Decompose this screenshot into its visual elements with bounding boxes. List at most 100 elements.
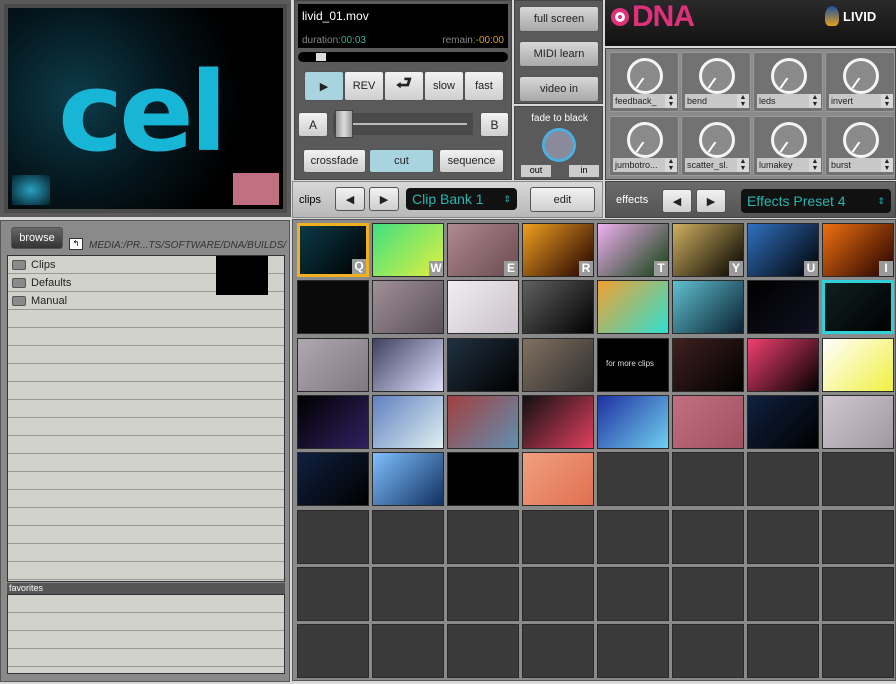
empty-clip-slot[interactable] xyxy=(522,509,594,564)
clip-slot[interactable]: Q xyxy=(297,223,369,277)
clip-slot[interactable] xyxy=(372,452,444,507)
crossfader-slider[interactable] xyxy=(333,110,473,138)
effect-knob[interactable] xyxy=(627,58,663,94)
clip-slot[interactable]: I xyxy=(822,223,894,277)
clip-slot[interactable] xyxy=(822,337,894,392)
clip-slot[interactable]: E xyxy=(447,223,519,277)
clip-slot[interactable] xyxy=(297,280,369,335)
empty-clip-slot[interactable] xyxy=(822,452,894,507)
reverse-button[interactable]: REV xyxy=(344,71,384,101)
clip-slot[interactable] xyxy=(597,280,669,335)
empty-clip-slot[interactable] xyxy=(672,566,744,621)
empty-clip-slot[interactable] xyxy=(372,509,444,564)
empty-clip-slot[interactable] xyxy=(747,452,819,507)
effect-knob[interactable] xyxy=(771,122,807,158)
empty-clip-slot[interactable] xyxy=(297,566,369,621)
empty-clip-slot[interactable] xyxy=(597,624,669,679)
loop-button[interactable]: ⮐ xyxy=(384,71,424,101)
clip-slot[interactable] xyxy=(297,452,369,507)
clip-slot[interactable] xyxy=(372,337,444,392)
clip-slot[interactable] xyxy=(822,280,894,335)
clip-slot[interactable] xyxy=(672,337,744,392)
clip-slot[interactable]: U xyxy=(747,223,819,277)
fast-button[interactable]: fast xyxy=(464,71,504,101)
crossfade-b-button[interactable]: B xyxy=(480,112,509,137)
effect-knob[interactable] xyxy=(843,58,879,94)
clip-slot[interactable] xyxy=(297,337,369,392)
effect-select[interactable]: invert ▲ ▼ xyxy=(829,94,893,108)
clip-slot[interactable] xyxy=(672,394,744,449)
effect-knob[interactable] xyxy=(771,58,807,94)
clip-slot[interactable] xyxy=(747,394,819,449)
clip-slot[interactable]: for more clips xyxy=(597,337,669,392)
effect-select[interactable]: burst ▲ ▼ xyxy=(829,158,893,172)
effect-select[interactable]: scatter_sl. ▲ ▼ xyxy=(685,158,749,172)
empty-clip-slot[interactable] xyxy=(297,509,369,564)
empty-clip-slot[interactable] xyxy=(597,452,669,507)
empty-clip-slot[interactable] xyxy=(522,624,594,679)
effect-select[interactable]: leds ▲ ▼ xyxy=(757,94,821,108)
clip-slot[interactable] xyxy=(447,337,519,392)
clip-slot[interactable] xyxy=(822,394,894,449)
clip-slot[interactable] xyxy=(372,394,444,449)
video-in-button[interactable]: video in xyxy=(519,76,599,102)
file-list[interactable]: Clips Defaults Manual xyxy=(7,255,285,582)
favorites-list[interactable] xyxy=(7,594,285,674)
empty-clip-slot[interactable] xyxy=(522,566,594,621)
scrub-bar[interactable] xyxy=(298,52,508,62)
clip-slot[interactable]: T xyxy=(597,223,669,277)
clip-slot[interactable] xyxy=(447,394,519,449)
effects-preset-select[interactable]: Effects Preset 4 ⇕ xyxy=(741,189,891,213)
clip-slot[interactable] xyxy=(522,280,594,335)
clip-slot[interactable]: R xyxy=(522,223,594,277)
effect-knob[interactable] xyxy=(699,122,735,158)
scrub-handle[interactable] xyxy=(316,53,326,61)
crossfader-handle[interactable] xyxy=(335,110,353,138)
empty-clip-slot[interactable] xyxy=(822,566,894,621)
clip-slot[interactable]: W xyxy=(372,223,444,277)
empty-clip-slot[interactable] xyxy=(597,509,669,564)
empty-clip-slot[interactable] xyxy=(747,566,819,621)
effect-select[interactable]: bend ▲ ▼ xyxy=(685,94,749,108)
empty-clip-slot[interactable] xyxy=(747,509,819,564)
play-button[interactable]: ▶ xyxy=(304,71,344,101)
clip-slot[interactable] xyxy=(297,394,369,449)
slow-button[interactable]: slow xyxy=(424,71,464,101)
empty-clip-slot[interactable] xyxy=(672,452,744,507)
empty-clip-slot[interactable] xyxy=(372,566,444,621)
clip-slot[interactable] xyxy=(747,337,819,392)
clip-slot[interactable] xyxy=(672,280,744,335)
empty-clip-slot[interactable] xyxy=(447,509,519,564)
crossfade-a-button[interactable]: A xyxy=(298,112,328,137)
cut-mode-button[interactable]: cut xyxy=(369,149,434,173)
clip-slot[interactable] xyxy=(522,337,594,392)
crossfade-mode-button[interactable]: crossfade xyxy=(303,149,366,173)
empty-clip-slot[interactable] xyxy=(672,509,744,564)
clip-slot[interactable] xyxy=(372,280,444,335)
sequence-mode-button[interactable]: sequence xyxy=(439,149,504,173)
effects-prev-button[interactable]: ◀ xyxy=(662,189,692,213)
clip-slot[interactable] xyxy=(447,280,519,335)
browse-button[interactable]: browse xyxy=(11,227,63,249)
clip-bank-next-button[interactable]: ▶ xyxy=(369,187,399,211)
edit-button[interactable]: edit xyxy=(530,187,595,212)
clip-slot[interactable] xyxy=(522,452,594,507)
empty-clip-slot[interactable] xyxy=(747,624,819,679)
parent-folder-icon[interactable]: ↰ xyxy=(69,238,83,250)
effect-select[interactable]: lumakey ▲ ▼ xyxy=(757,158,821,172)
effect-select[interactable]: feedback_ ▲ ▼ xyxy=(613,94,677,108)
effects-next-button[interactable]: ▶ xyxy=(696,189,726,213)
empty-clip-slot[interactable] xyxy=(597,566,669,621)
empty-clip-slot[interactable] xyxy=(822,509,894,564)
clip-slot[interactable] xyxy=(747,280,819,335)
clip-slot[interactable] xyxy=(447,452,519,507)
empty-clip-slot[interactable] xyxy=(822,624,894,679)
empty-clip-slot[interactable] xyxy=(447,624,519,679)
clip-slot[interactable] xyxy=(522,394,594,449)
clip-slot[interactable] xyxy=(597,394,669,449)
effect-knob[interactable] xyxy=(843,122,879,158)
effect-select[interactable]: jumbotro... ▲ ▼ xyxy=(613,158,677,172)
clip-slot[interactable]: Y xyxy=(672,223,744,277)
effect-knob[interactable] xyxy=(627,122,663,158)
empty-clip-slot[interactable] xyxy=(447,566,519,621)
